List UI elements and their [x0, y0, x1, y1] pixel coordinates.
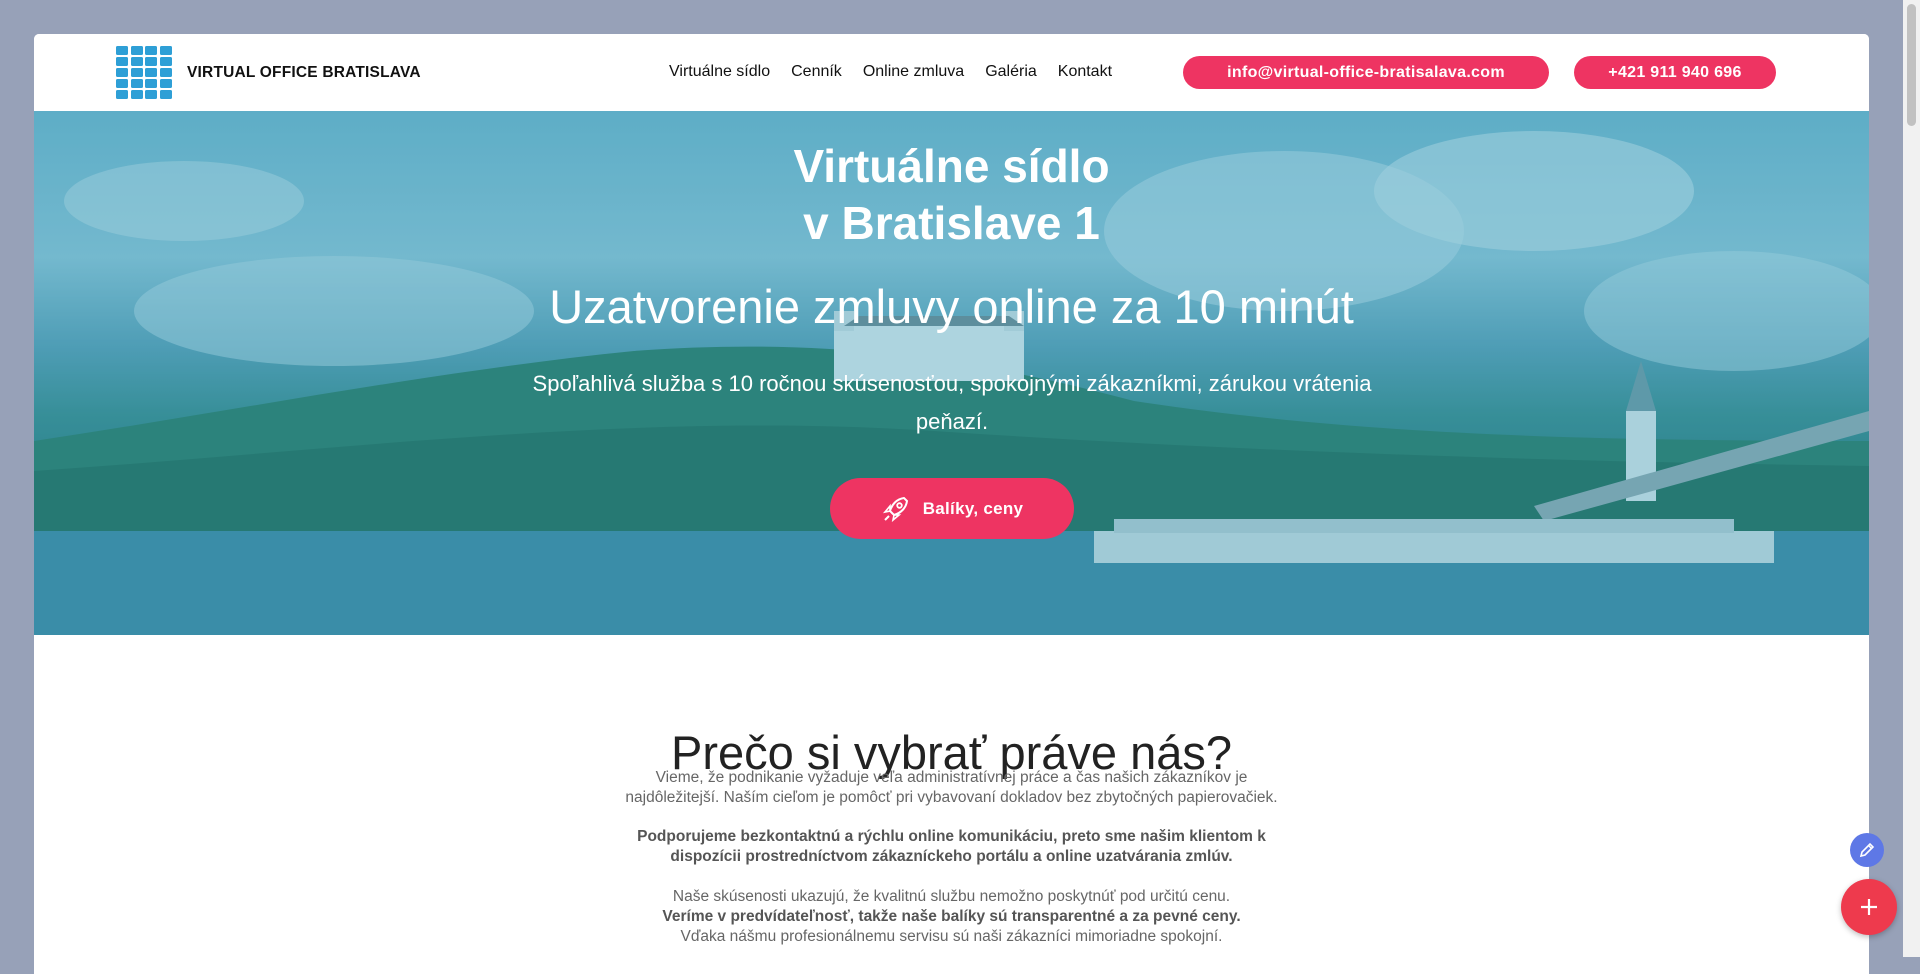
site-header: VIRTUAL OFFICE BRATISLAVA Virtuálne sídl… [34, 34, 1869, 111]
why-us-paragraph-2-line2: dispozícii prostredníctvom zákazníckeho … [670, 848, 1233, 865]
hero-section: Virtuálne sídlo v Bratislave 1 Uzatvoren… [34, 111, 1869, 635]
nav-item-virtualne-sidlo[interactable]: Virtuálne sídlo [669, 63, 770, 81]
rocket-icon [882, 496, 908, 522]
packages-prices-label: Balíky, ceny [922, 498, 1024, 518]
main-nav: Virtuálne sídlo Cenník Online zmluva Gal… [669, 63, 1112, 81]
why-us-paragraph-3-line2: Veríme v predvídateľnosť, takže naše bal… [662, 908, 1241, 925]
why-us-paragraph-1-line2: najdôležitejší. Naším cieľom je pomôcť p… [625, 789, 1278, 806]
hero-description: Spoľahlivá služba s 10 ročnou skúsenosťo… [532, 371, 1372, 434]
why-us-paragraph-3-line3: Vďaka nášmu profesionálnemu servisu sú n… [680, 928, 1223, 945]
page-container: VIRTUAL OFFICE BRATISLAVA Virtuálne sídl… [34, 34, 1869, 974]
nav-item-online-zmluva[interactable]: Online zmluva [863, 63, 964, 81]
pencil-icon [1859, 842, 1875, 858]
phone-button[interactable]: +421 911 940 696 [1574, 56, 1776, 89]
hero-subtitle: Uzatvorenie zmluvy online za 10 minút [549, 280, 1354, 333]
logo-text: VIRTUAL OFFICE BRATISLAVA [187, 64, 421, 81]
why-us-paragraph-2-line1: Podporujeme bezkontaktnú a rýchlu online… [637, 828, 1266, 845]
scrollbar-thumb[interactable] [1907, 4, 1916, 126]
why-us-paragraph-2: Podporujeme bezkontaktnú a rýchlu online… [34, 827, 1869, 867]
why-us-paragraph-1-line1: Vieme, že podnikanie vyžaduje veľa admin… [655, 769, 1248, 786]
edit-fab-button[interactable] [1850, 833, 1884, 867]
hero-title-line2: v Bratislave 1 [803, 197, 1100, 249]
nav-item-cennik[interactable]: Cenník [791, 63, 842, 81]
add-fab-button[interactable] [1841, 879, 1897, 935]
grid-logo-icon [116, 46, 172, 100]
site-logo[interactable]: VIRTUAL OFFICE BRATISLAVA [116, 46, 421, 100]
why-us-paragraph-3: Naše skúsenosti ukazujú, že kvalitnú slu… [34, 887, 1869, 947]
hero-title: Virtuálne sídlo v Bratislave 1 [34, 138, 1869, 252]
hero-title-line1: Virtuálne sídlo [793, 140, 1110, 192]
nav-item-kontakt[interactable]: Kontakt [1058, 63, 1112, 81]
page-scrollbar[interactable] [1903, 0, 1920, 957]
why-us-paragraph-1: Vieme, že podnikanie vyžaduje veľa admin… [34, 768, 1869, 808]
why-us-paragraph-3-line1: Naše skúsenosti ukazujú, že kvalitnú slu… [672, 888, 1231, 905]
packages-prices-button[interactable]: Balíky, ceny [830, 478, 1074, 539]
plus-icon [1861, 899, 1877, 915]
email-button[interactable]: info@virtual-office-bratisalava.com [1183, 56, 1549, 89]
nav-item-galeria[interactable]: Galéria [985, 63, 1037, 81]
